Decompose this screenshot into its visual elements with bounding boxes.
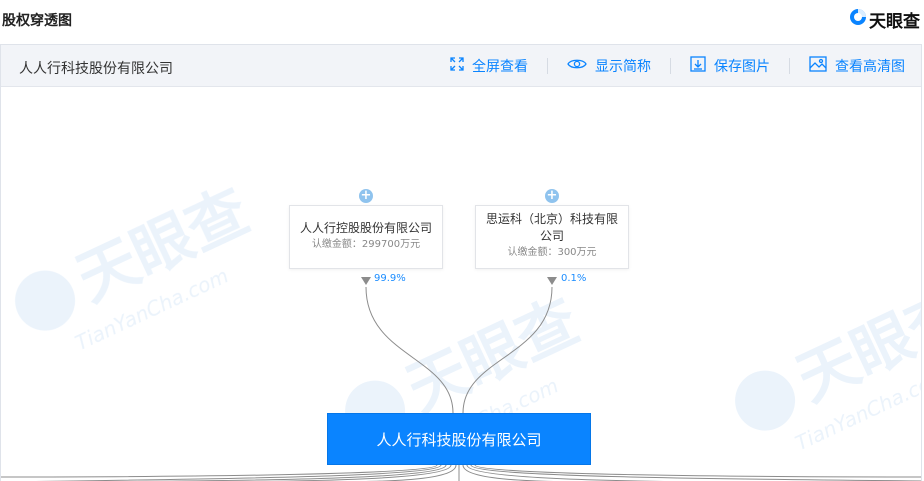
arrow-shareholder-2 [547, 277, 557, 285]
shareholder-node-2[interactable]: 思运科（北京）科技有限 公司 认缴金额：300万元 [475, 205, 629, 269]
edge-subsidiary [474, 464, 921, 478]
show-short-name-label: 显示简称 [595, 59, 651, 75]
save-image-label: 保存图片 [714, 59, 770, 75]
edge-subsidiary [470, 464, 921, 481]
toolbar-divider [670, 58, 671, 74]
download-icon [690, 56, 706, 76]
shareholder-name: 人人行控股股份有限公司 [299, 221, 432, 235]
shareholder-name-line1: 思运科（北京）科技有限 [485, 212, 618, 226]
fullscreen-button[interactable]: 全屏查看 [448, 56, 530, 76]
view-hd-label: 查看高清图 [835, 59, 905, 75]
toolbar-company-title: 人人行科技股份有限公司 [19, 61, 173, 77]
toolbar-actions: 全屏查看 显示简称 保存图片 查看高清图 [448, 45, 907, 87]
save-image-button[interactable]: 保存图片 [688, 56, 772, 76]
shareholder-amount: 认缴金额：299700万元 [311, 239, 421, 250]
equity-diagram-canvas: 天眼查 TianYanCha.com 天眼查 TianYanCha.com 天眼… [1, 87, 921, 481]
tianyancha-logo-icon [849, 8, 867, 31]
toolbar-divider [547, 58, 548, 74]
fullscreen-label: 全屏查看 [472, 59, 528, 75]
brand-name: 天眼查 [869, 12, 920, 32]
shareholder-amount: 认缴金额：300万元 [507, 247, 597, 258]
eye-icon [567, 57, 587, 75]
chart-toolbar: 人人行科技股份有限公司 全屏查看 显示简称 保存图片 查看高清图 [1, 45, 921, 87]
image-icon [809, 56, 827, 76]
main-company-node[interactable]: 人人行科技股份有限公司 [327, 413, 591, 465]
shareholder-percent: 99.9% [374, 273, 406, 284]
toolbar-divider [789, 58, 790, 74]
edge-shareholder-2 [462, 286, 553, 414]
show-short-name-button[interactable]: 显示简称 [565, 56, 653, 76]
shareholder-percent: 0.1% [561, 273, 587, 284]
page-title: 股权穿透图 [2, 13, 72, 29]
shareholder-node-1[interactable]: 人人行控股股份有限公司 认缴金额：299700万元 [289, 205, 443, 269]
expand-shareholder-2-button[interactable]: + [545, 189, 559, 203]
edge-shareholder-1 [365, 286, 454, 414]
arrow-shareholder-1 [361, 277, 371, 285]
equity-chart-panel: 人人行科技股份有限公司 全屏查看 显示简称 保存图片 查看高清图 天眼查 Tia… [0, 44, 922, 481]
fullscreen-icon [450, 57, 464, 75]
view-hd-button[interactable]: 查看高清图 [807, 56, 907, 76]
edge-subsidiary [1, 464, 438, 478]
expand-shareholder-1-button[interactable]: + [359, 189, 373, 203]
shareholder-name-line2: 公司 [539, 229, 564, 243]
brand-logo[interactable]: 天眼查 [849, 7, 920, 32]
